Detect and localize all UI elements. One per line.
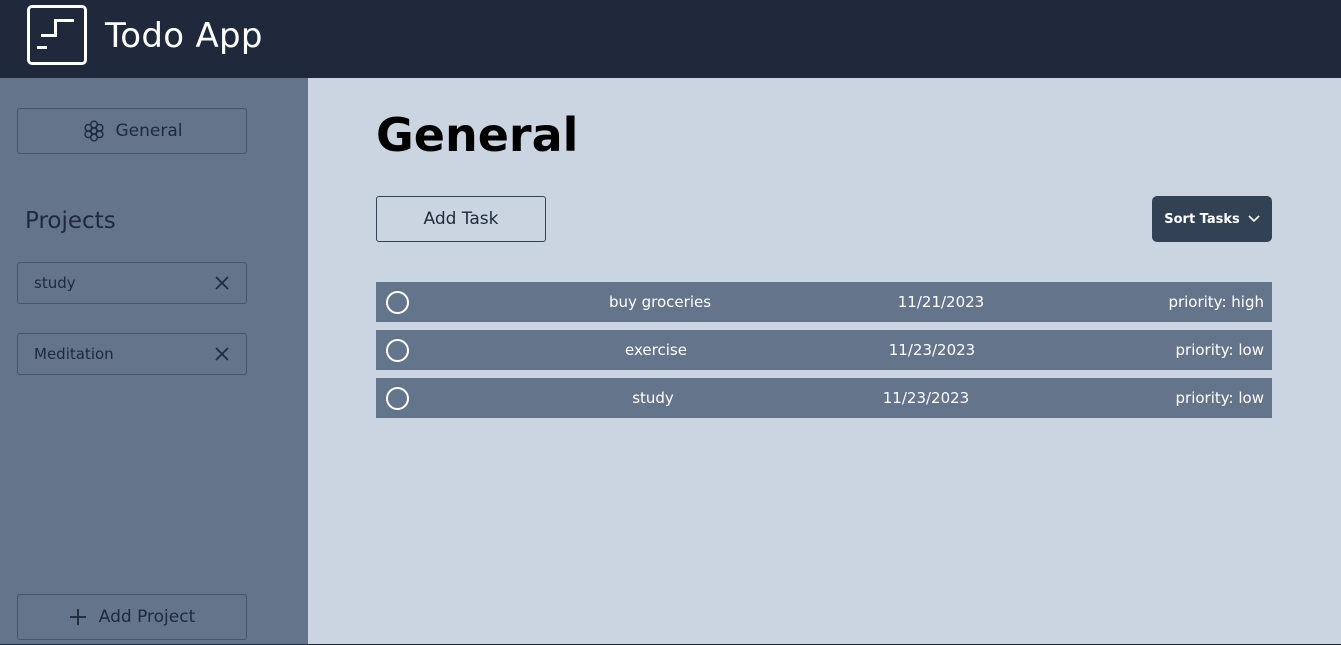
task-row[interactable]: exercise 11/23/2023 priority: low xyxy=(376,330,1272,370)
task-priority: priority: high xyxy=(1168,293,1264,311)
general-button-label: General xyxy=(115,121,183,141)
chevron-down-icon xyxy=(1248,215,1260,223)
task-row[interactable]: study 11/23/2023 priority: low xyxy=(376,378,1272,418)
projects-heading: Projects xyxy=(25,208,116,234)
task-row[interactable]: buy groceries 11/21/2023 priority: high xyxy=(376,282,1272,322)
add-task-label: Add Task xyxy=(423,209,499,229)
add-project-button[interactable]: Add Project xyxy=(17,594,247,640)
task-name: study xyxy=(632,389,674,407)
task-date: 11/23/2023 xyxy=(888,341,976,359)
app-title: Todo App xyxy=(105,16,263,56)
add-project-label: Add Project xyxy=(98,607,196,627)
flower-icon xyxy=(83,120,104,142)
task-complete-checkbox[interactable] xyxy=(386,291,409,314)
project-label: study xyxy=(34,274,76,292)
main-content: General Add Task Sort Tasks buy grocerie… xyxy=(308,78,1341,644)
task-priority: priority: low xyxy=(1175,341,1264,359)
sort-tasks-label: Sort Tasks xyxy=(1164,211,1240,227)
task-name: buy groceries xyxy=(608,293,712,311)
task-date: 11/21/2023 xyxy=(897,293,985,311)
plus-icon xyxy=(69,609,86,625)
sidebar: General Projects study Meditation Add Pr… xyxy=(0,78,308,645)
app-header: Todo App xyxy=(0,0,1341,78)
project-item-study[interactable]: study xyxy=(17,262,247,304)
add-task-button[interactable]: Add Task xyxy=(376,196,546,242)
general-button[interactable]: General xyxy=(17,108,247,154)
project-item-meditation[interactable]: Meditation xyxy=(17,333,247,375)
close-icon[interactable] xyxy=(214,346,230,362)
sort-tasks-button[interactable]: Sort Tasks xyxy=(1152,196,1272,242)
close-icon[interactable] xyxy=(214,275,230,291)
task-date: 11/23/2023 xyxy=(882,389,970,407)
todo-logo-icon xyxy=(27,5,87,65)
task-priority: priority: low xyxy=(1175,389,1264,407)
project-label: Meditation xyxy=(34,345,114,363)
task-name: exercise xyxy=(625,341,687,359)
task-complete-checkbox[interactable] xyxy=(386,387,409,410)
task-complete-checkbox[interactable] xyxy=(386,339,409,362)
page-title: General xyxy=(376,108,579,162)
